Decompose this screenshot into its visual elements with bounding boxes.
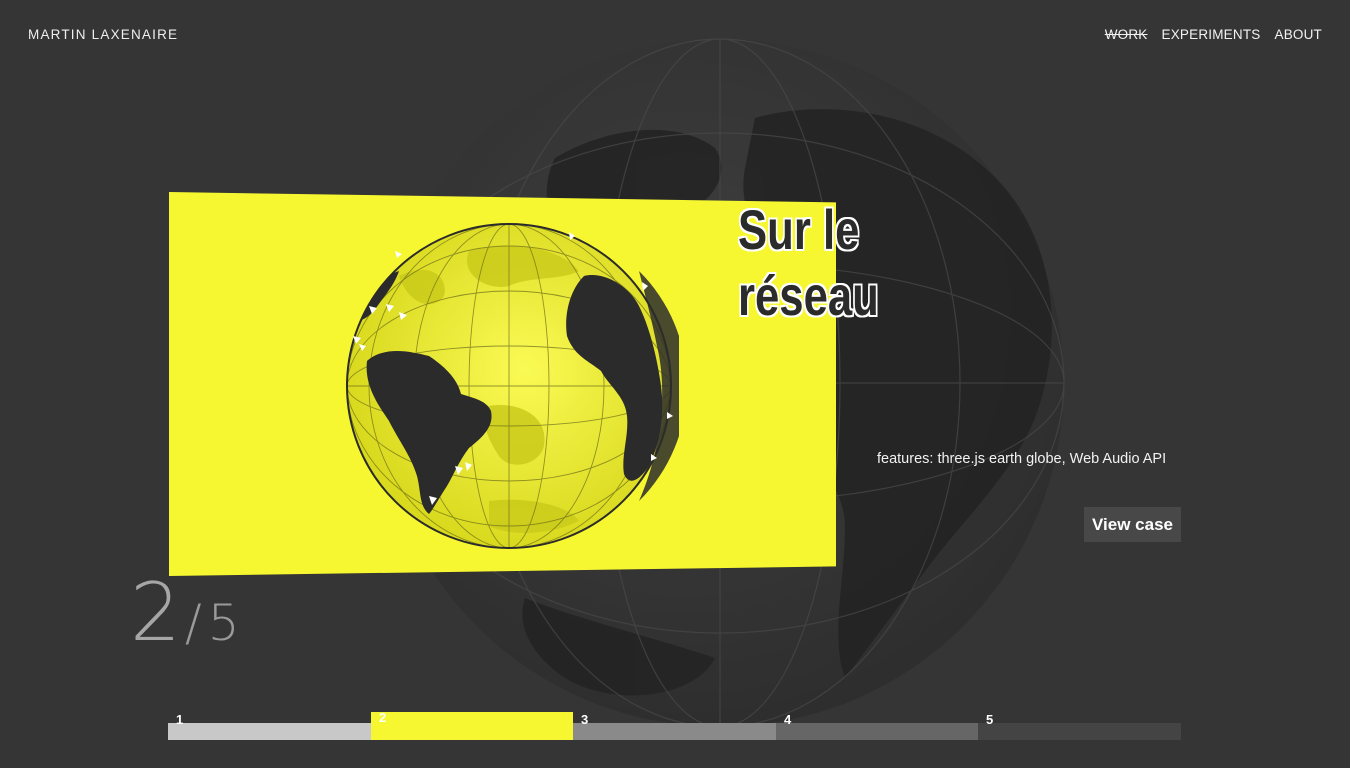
nav-experiments[interactable]: EXPERIMENTS [1162, 27, 1261, 42]
progress-segment-5[interactable]: 5 [978, 712, 1181, 740]
earth-globe-icon [346, 223, 679, 549]
view-case-button[interactable]: View case [1084, 507, 1181, 542]
slide-counter-separator: / [184, 594, 202, 652]
slide-counter-current: 2 [130, 566, 181, 659]
nav-about[interactable]: ABOUT [1274, 27, 1322, 42]
project-title-line-1: Sur le [738, 198, 860, 261]
progress-segment-label: 3 [581, 712, 589, 727]
project-title-line-2: réseau [738, 264, 879, 327]
progress-segment-label: 1 [176, 712, 184, 727]
brand-logo-link[interactable]: MARTIN LAXENAIRE [28, 27, 178, 42]
main-nav: WORK EXPERIMENTS ABOUT [1105, 27, 1322, 42]
nav-work[interactable]: WORK [1105, 27, 1148, 42]
slide-counter-total: 5 [207, 594, 240, 652]
project-title: Sur le réseau [738, 197, 879, 329]
project-features: features: three.js earth globe, Web Audi… [877, 450, 1167, 467]
slide-progress: 1 2 3 4 5 [168, 710, 1181, 740]
progress-segment-4[interactable]: 4 [776, 712, 978, 740]
slide-counter: 2/5 [130, 566, 240, 659]
project-thumbnail[interactable] [169, 192, 836, 576]
progress-segment-3[interactable]: 3 [573, 712, 776, 740]
page: MARTIN LAXENAIRE WORK EXPERIMENTS ABOUT [0, 0, 1350, 768]
progress-segment-2[interactable]: 2 [371, 710, 573, 740]
progress-segment-label: 4 [784, 712, 792, 727]
progress-segment-label: 2 [379, 710, 387, 725]
progress-segment-1[interactable]: 1 [168, 712, 371, 740]
progress-segment-label: 5 [986, 712, 994, 727]
